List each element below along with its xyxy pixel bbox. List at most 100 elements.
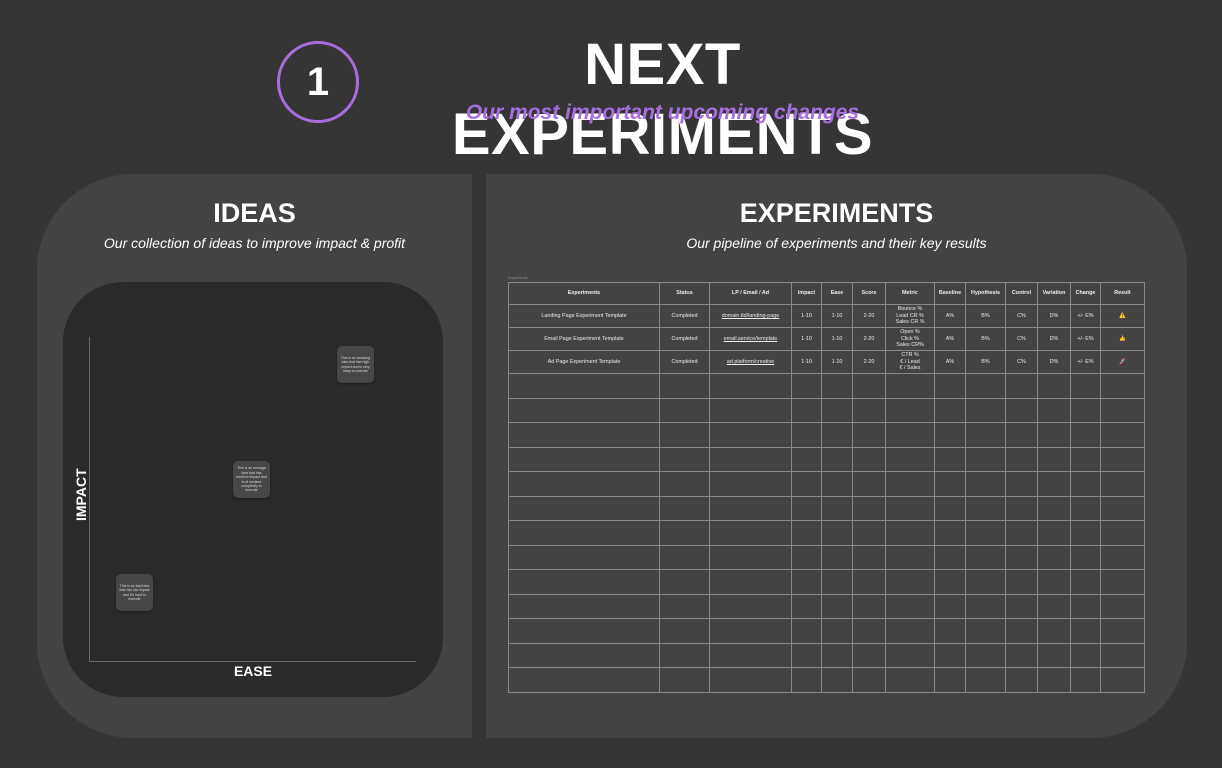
- empty-cell[interactable]: [1100, 422, 1145, 448]
- empty-cell[interactable]: [1005, 569, 1038, 595]
- empty-cell[interactable]: [852, 569, 886, 595]
- empty-cell[interactable]: [1037, 495, 1071, 521]
- empty-cell[interactable]: [934, 397, 966, 423]
- empty-cell[interactable]: [821, 642, 853, 668]
- empty-cell[interactable]: [821, 544, 853, 570]
- empty-cell[interactable]: [1070, 471, 1101, 497]
- empty-cell[interactable]: [1037, 397, 1071, 423]
- empty-cell[interactable]: [885, 618, 935, 644]
- empty-cell[interactable]: [709, 471, 792, 497]
- empty-cell[interactable]: [709, 569, 792, 595]
- empty-cell[interactable]: [1070, 446, 1101, 472]
- empty-cell[interactable]: [821, 495, 853, 521]
- empty-cell[interactable]: [934, 569, 966, 595]
- table-row[interactable]: Email Page Experiment Template Completed…: [508, 327, 1145, 351]
- empty-cell[interactable]: [934, 422, 966, 448]
- empty-cell[interactable]: [821, 446, 853, 472]
- empty-cell[interactable]: [659, 642, 710, 668]
- empty-cell[interactable]: [1005, 520, 1038, 546]
- empty-table-row[interactable]: [508, 422, 1145, 448]
- empty-table-row[interactable]: [508, 520, 1145, 546]
- empty-cell[interactable]: [1100, 446, 1145, 472]
- empty-cell[interactable]: [965, 495, 1006, 521]
- empty-cell[interactable]: [1070, 495, 1101, 521]
- empty-cell[interactable]: [885, 422, 935, 448]
- empty-cell[interactable]: [1005, 667, 1038, 693]
- empty-cell[interactable]: [791, 569, 822, 595]
- empty-cell[interactable]: [965, 667, 1006, 693]
- empty-table-row[interactable]: [508, 544, 1145, 570]
- column-header[interactable]: Baseline: [934, 282, 966, 305]
- empty-cell[interactable]: [1037, 544, 1071, 570]
- empty-cell[interactable]: [821, 397, 853, 423]
- cell-hypothesis[interactable]: B%: [965, 327, 1006, 351]
- empty-cell[interactable]: [1070, 667, 1101, 693]
- empty-cell[interactable]: [965, 373, 1006, 399]
- column-header[interactable]: Ease: [821, 282, 853, 305]
- empty-cell[interactable]: [508, 667, 660, 693]
- empty-cell[interactable]: [508, 397, 660, 423]
- empty-cell[interactable]: [885, 397, 935, 423]
- empty-cell[interactable]: [934, 642, 966, 668]
- empty-cell[interactable]: [934, 471, 966, 497]
- cell-result-warning-icon[interactable]: ⚠️: [1100, 304, 1145, 328]
- empty-cell[interactable]: [1070, 520, 1101, 546]
- cell-score[interactable]: 2-20: [852, 327, 886, 351]
- empty-cell[interactable]: [885, 667, 935, 693]
- empty-table-row[interactable]: [508, 593, 1145, 619]
- empty-cell[interactable]: [1070, 373, 1101, 399]
- empty-cell[interactable]: [934, 520, 966, 546]
- empty-cell[interactable]: [659, 422, 710, 448]
- cell-metric[interactable]: CTR % € / Lead € / Sales: [885, 350, 935, 374]
- empty-cell[interactable]: [934, 667, 966, 693]
- empty-cell[interactable]: [659, 446, 710, 472]
- empty-cell[interactable]: [852, 520, 886, 546]
- idea-sticky-note-high[interactable]: This is an amazing idea that has high im…: [337, 346, 374, 383]
- empty-cell[interactable]: [709, 373, 792, 399]
- column-header[interactable]: Experiments: [508, 282, 660, 305]
- empty-cell[interactable]: [885, 569, 935, 595]
- column-header[interactable]: Score: [852, 282, 886, 305]
- cell-status[interactable]: Completed: [659, 327, 710, 351]
- empty-cell[interactable]: [1005, 642, 1038, 668]
- empty-cell[interactable]: [885, 520, 935, 546]
- empty-cell[interactable]: [1037, 373, 1071, 399]
- empty-cell[interactable]: [659, 544, 710, 570]
- empty-cell[interactable]: [821, 373, 853, 399]
- empty-cell[interactable]: [709, 593, 792, 619]
- empty-cell[interactable]: [821, 569, 853, 595]
- empty-cell[interactable]: [791, 471, 822, 497]
- empty-cell[interactable]: [659, 593, 710, 619]
- empty-cell[interactable]: [709, 642, 792, 668]
- empty-cell[interactable]: [965, 422, 1006, 448]
- empty-cell[interactable]: [1037, 642, 1071, 668]
- empty-cell[interactable]: [1005, 373, 1038, 399]
- empty-cell[interactable]: [965, 642, 1006, 668]
- column-header[interactable]: Result: [1100, 282, 1145, 305]
- empty-cell[interactable]: [1070, 618, 1101, 644]
- empty-cell[interactable]: [791, 520, 822, 546]
- cell-score[interactable]: 2-20: [852, 350, 886, 374]
- column-header[interactable]: Change: [1070, 282, 1101, 305]
- empty-cell[interactable]: [852, 642, 886, 668]
- empty-cell[interactable]: [791, 667, 822, 693]
- cell-result-rocket-icon[interactable]: 🚀: [1100, 350, 1145, 374]
- cell-variation[interactable]: D%: [1037, 327, 1071, 351]
- empty-cell[interactable]: [1100, 471, 1145, 497]
- cell-change[interactable]: +/- E%: [1070, 327, 1101, 351]
- empty-cell[interactable]: [852, 446, 886, 472]
- empty-cell[interactable]: [1037, 618, 1071, 644]
- cell-link[interactable]: ad.platform/creative: [709, 350, 792, 374]
- empty-table-row[interactable]: [508, 471, 1145, 497]
- empty-cell[interactable]: [1100, 667, 1145, 693]
- cell-score[interactable]: 2-20: [852, 304, 886, 328]
- empty-cell[interactable]: [821, 593, 853, 619]
- empty-cell[interactable]: [508, 642, 660, 668]
- empty-cell[interactable]: [965, 471, 1006, 497]
- empty-cell[interactable]: [791, 618, 822, 644]
- empty-cell[interactable]: [965, 520, 1006, 546]
- empty-cell[interactable]: [508, 544, 660, 570]
- cell-change[interactable]: +/- E%: [1070, 350, 1101, 374]
- cell-control[interactable]: C%: [1005, 304, 1038, 328]
- empty-cell[interactable]: [1037, 422, 1071, 448]
